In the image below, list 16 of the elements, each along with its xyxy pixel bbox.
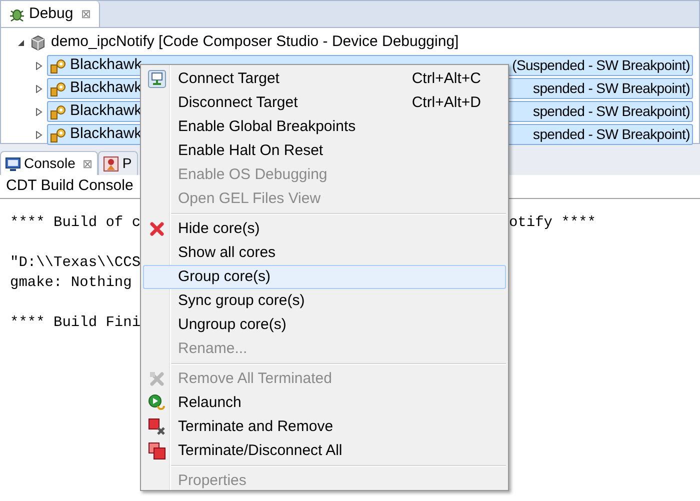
shortcut: Ctrl+Alt+D: [412, 92, 481, 113]
core-label: Blackhawk: [70, 101, 142, 122]
console-line: **** Build Fini: [10, 314, 141, 333]
core-label: Blackhawk: [70, 124, 142, 144]
core-status: spended - SW Breakpoint): [533, 125, 690, 144]
core-label: Blackhawk: [70, 78, 142, 98]
console-line: otify ****: [508, 214, 596, 233]
console-line: **** Build of c: [10, 214, 141, 233]
console-line: gmake: Nothing: [10, 274, 132, 293]
core-status: spended - SW Breakpoint): [533, 102, 690, 121]
core-label: Blackhawk: [70, 55, 142, 76]
shortcut: Ctrl+Alt+C: [412, 68, 481, 89]
console-name: CDT Build Console: [6, 176, 134, 196]
core-status: spended - SW Breakpoint): [533, 79, 690, 98]
core-status: (Suspended - SW Breakpoint): [512, 56, 690, 75]
console-line: "D:\\Texas\\CCS: [10, 254, 141, 273]
